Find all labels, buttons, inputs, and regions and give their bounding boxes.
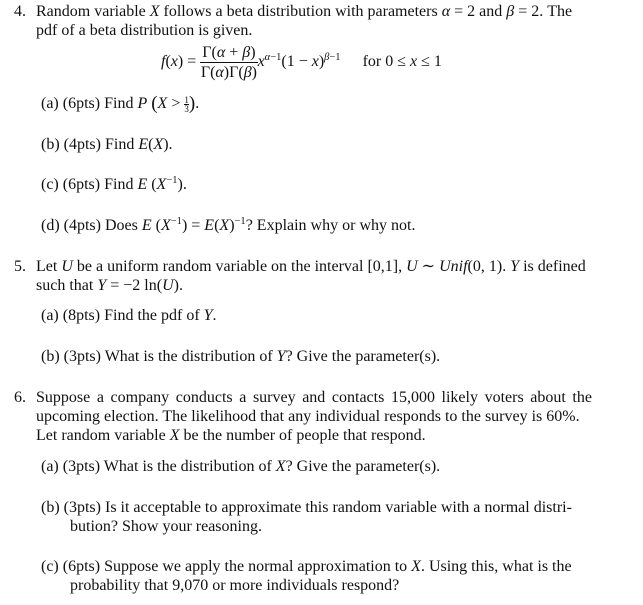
part-text: Is it acceptable to approximate this ran… xyxy=(104,499,572,516)
part-points: (3pts) xyxy=(63,499,101,516)
gamma-fraction: Γ(α + β) Γ(α)Γ(β) xyxy=(200,44,258,81)
problem-number: 6. xyxy=(14,389,26,406)
response-rate: 60% xyxy=(546,408,576,425)
part-label: (a) xyxy=(41,95,59,112)
beta-pdf-formula: f(x) = Γ(α + β) Γ(α)Γ(β) xα−1(1 − x)β−1 … xyxy=(161,44,442,81)
part-points: (8pts) xyxy=(62,307,101,324)
part-4a: (a) (6pts) Find P (X > 1 3). xyxy=(41,93,200,114)
part-label: (a) xyxy=(41,458,59,475)
problem-statement: Let U be a uniform random variable on th… xyxy=(36,258,586,275)
part-6a: (a) (3pts) What is the distribution of X… xyxy=(41,458,441,475)
problem-statement: Suppose a company conducts a survey and … xyxy=(36,389,592,406)
problem-number: 4. xyxy=(14,3,26,20)
problem-statement-cont: such that Y = −2 ln(U). xyxy=(36,277,183,294)
problem-number: 5. xyxy=(14,258,26,275)
part-points: (4pts) xyxy=(63,217,101,234)
threshold-value: 9,070 xyxy=(172,577,209,594)
part-points: (6pts) xyxy=(62,558,101,575)
voters-count: 15,000 xyxy=(390,389,435,406)
part-label: (d) xyxy=(41,217,60,234)
formula-domain: for 0 ≤ x ≤ 1 xyxy=(362,53,442,71)
problem-statement-cont: pdf of a beta distribution is given. xyxy=(36,22,253,39)
part-label: (b) xyxy=(41,348,60,365)
part-points: (4pts) xyxy=(63,136,101,153)
part-points: (6pts) xyxy=(62,176,101,193)
part-points: (3pts) xyxy=(63,348,101,365)
part-label: (b) xyxy=(41,136,60,153)
alpha-value: 2 xyxy=(467,3,476,20)
problem-statement: Random variable X follows a beta distrib… xyxy=(36,3,573,20)
part-5b: (b) (3pts) What is the distribution of Y… xyxy=(41,348,441,365)
problem-statement-cont: Let random variable X be the number of p… xyxy=(36,427,426,444)
part-4d: (d) (4pts) Does E (X−1) = E(X)−1? Explai… xyxy=(41,216,416,234)
part-label: (b) xyxy=(41,499,60,516)
fraction-numerator: Γ(α + β) xyxy=(200,44,258,63)
part-6b: (b) (3pts) Is it acceptable to approxima… xyxy=(41,499,572,517)
beta-value: 2 xyxy=(531,3,540,20)
part-6c: (c) (6pts) Suppose we apply the normal a… xyxy=(41,558,572,575)
part-6c-cont: probability that 9,070 or more individua… xyxy=(70,577,400,594)
part-4c: (c) (6pts) Find E (X−1). xyxy=(41,175,187,193)
part-6b-cont: bution? Show your reasoning. xyxy=(70,518,262,535)
fraction-denominator: Γ(α)Γ(β) xyxy=(200,64,257,81)
part-4b: (b) (4pts) Find E(X). xyxy=(41,136,173,153)
problem-statement-cont: upcoming election. The likelihood that a… xyxy=(36,408,580,425)
part-points: (6pts) xyxy=(62,95,101,112)
part-label: (c) xyxy=(41,176,59,193)
part-label: (a) xyxy=(41,307,59,324)
part-label: (c) xyxy=(41,558,59,575)
part-points: (3pts) xyxy=(62,458,101,475)
part-5a: (a) (8pts) Find the pdf of Y. xyxy=(41,307,217,324)
